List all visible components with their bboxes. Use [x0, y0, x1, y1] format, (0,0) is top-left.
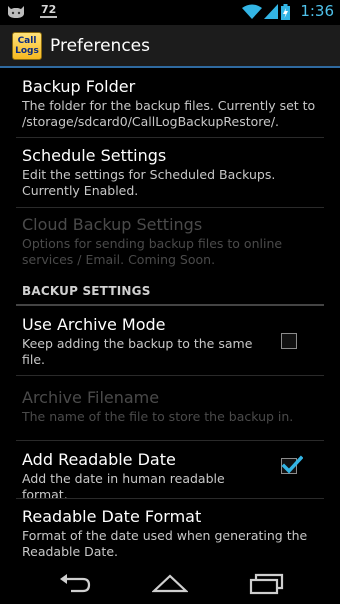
- pref-summary: Options for sending backup files to onli…: [22, 236, 283, 267]
- pref-add-readable-date[interactable]: Add Readable Date Add the date in human …: [22, 450, 272, 503]
- preferences-list: Backup Folder The folder for the backup …: [0, 70, 340, 562]
- app-icon-text-line1: Call: [17, 36, 37, 46]
- back-icon[interactable]: [57, 571, 93, 595]
- pref-readable-date-format[interactable]: Readable Date Format Format of the date …: [22, 507, 322, 560]
- pref-cloud-backup-settings: Cloud Backup Settings Options for sendin…: [22, 215, 322, 268]
- pref-title: Use Archive Mode: [22, 315, 166, 334]
- pref-backup-folder[interactable]: Backup Folder The folder for the backup …: [22, 77, 322, 130]
- page-title: Preferences: [50, 36, 150, 56]
- pref-summary: Format of the date used when generating …: [22, 528, 308, 559]
- section-divider: [16, 304, 324, 306]
- notification-count: 72: [40, 3, 58, 18]
- divider: [16, 440, 324, 441]
- recent-apps-icon[interactable]: [249, 571, 285, 595]
- divider: [16, 375, 324, 376]
- pref-summary: Edit the settings for Scheduled Backups.…: [22, 167, 276, 198]
- divider: [16, 207, 324, 208]
- pref-title: Backup Folder: [22, 77, 136, 96]
- wifi-icon: [242, 4, 263, 19]
- pref-title: Readable Date Format: [22, 507, 202, 526]
- pref-schedule-settings[interactable]: Schedule Settings Edit the settings for …: [22, 146, 322, 199]
- navigation-bar: [0, 562, 340, 604]
- status-bar: 72 1:36: [0, 0, 340, 25]
- divider: [16, 498, 324, 499]
- pref-title: Cloud Backup Settings: [22, 215, 203, 234]
- app-icon[interactable]: Call Logs: [12, 32, 42, 60]
- action-bar: Call Logs Preferences: [0, 25, 340, 68]
- cat-notification-icon: [8, 6, 24, 18]
- section-header: BACKUP SETTINGS: [22, 284, 151, 298]
- home-icon[interactable]: [152, 571, 188, 595]
- pref-title: Archive Filename: [22, 388, 160, 407]
- pref-title: Add Readable Date: [22, 450, 176, 469]
- pref-summary: The name of the file to store the backup…: [22, 409, 294, 424]
- pref-use-archive-mode[interactable]: Use Archive Mode Keep adding the backup …: [22, 315, 272, 368]
- checkmark-icon: [281, 455, 303, 474]
- battery-icon: [281, 3, 291, 20]
- pref-title: Schedule Settings: [22, 146, 167, 165]
- status-clock: 1:36: [300, 2, 334, 20]
- pref-summary: Keep adding the backup to the same file.: [22, 336, 253, 367]
- signal-icon: [264, 4, 279, 19]
- pref-summary: The folder for the backup files. Current…: [22, 98, 316, 129]
- app-icon-text-line2: Logs: [15, 46, 39, 56]
- divider: [16, 137, 324, 138]
- pref-archive-filename: Archive Filename The name of the file to…: [22, 388, 322, 425]
- archive-mode-checkbox[interactable]: [281, 333, 297, 349]
- readable-date-checkbox[interactable]: [281, 455, 303, 474]
